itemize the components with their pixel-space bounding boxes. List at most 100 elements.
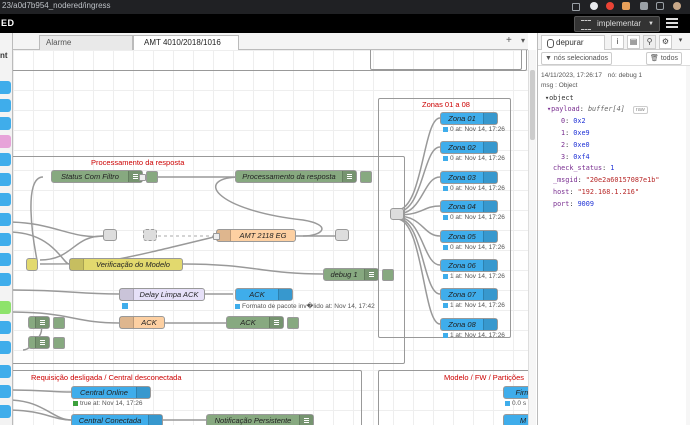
zone-status: 1 at: Nov 14, 17:26	[443, 273, 505, 280]
info-icon[interactable]: i	[611, 35, 624, 49]
object-root[interactable]: ▾object	[545, 94, 574, 102]
palette-node[interactable]	[0, 99, 11, 112]
browser-extension-icon[interactable]	[622, 2, 630, 10]
verificacao-modelo-node[interactable]: Verificação do Modelo	[69, 258, 183, 271]
split-node[interactable]	[390, 208, 404, 220]
message-node[interactable]: nó: debug 1	[608, 72, 642, 79]
ack-function-node[interactable]: ACK	[119, 316, 165, 329]
payload-row[interactable]: ▾payload: buffer[4] raw	[547, 105, 648, 114]
byte-row: 0: 0x2	[561, 117, 586, 125]
zona-node[interactable]: Zona 05	[440, 230, 498, 243]
main-menu-icon[interactable]	[666, 18, 678, 29]
palette-node[interactable]	[0, 153, 11, 166]
browser-url[interactable]: 23/a0d7b954_nodered/ingress	[2, 0, 111, 12]
network-icon	[483, 319, 497, 330]
link-out-node[interactable]	[103, 229, 117, 241]
port-row: port: 9009	[553, 200, 594, 208]
book-icon[interactable]: ▤	[627, 35, 640, 49]
zona-node[interactable]: Zona 07	[440, 288, 498, 301]
browser-sidepanel-icon[interactable]	[656, 2, 664, 10]
debug-toggle-button[interactable]	[146, 171, 158, 183]
palette-node[interactable]	[0, 253, 11, 266]
browser-record-icon[interactable]	[606, 2, 614, 10]
ack-status: Formato de pacote inv�lido at: Nov 14, 1…	[235, 302, 375, 310]
raw-toggle-button[interactable]: raw	[632, 106, 648, 114]
m-node[interactable]: M	[503, 414, 528, 425]
debug-toggle-button[interactable]	[360, 171, 372, 183]
sidebar-scrollbar[interactable]	[686, 66, 690, 425]
debug-node[interactable]	[28, 316, 50, 329]
palette-node[interactable]	[0, 385, 11, 398]
avatar[interactable]	[673, 2, 681, 10]
chevron-down-icon[interactable]: ▾	[675, 35, 686, 47]
ack-output-node[interactable]: ACK	[235, 288, 293, 301]
central-conectada-node[interactable]: Central Conectada	[71, 414, 163, 425]
byte-row: 2: 0xe0	[561, 141, 590, 149]
node-label: ACK	[240, 318, 256, 327]
zona-node[interactable]: Zona 04	[440, 200, 498, 213]
bug-tab-icon[interactable]: ⚲	[643, 35, 656, 49]
input-port[interactable]	[213, 233, 220, 240]
deploy-button[interactable]: implementar ▼	[574, 16, 660, 32]
chevron-down-icon[interactable]: ▼	[648, 17, 654, 31]
tab-alarme[interactable]: Alarme	[39, 35, 133, 50]
link-out-node[interactable]	[335, 229, 349, 241]
firm-status-text: 0.0 s	[512, 400, 527, 407]
clear-filter-button[interactable]: 🗑 todos	[646, 52, 682, 65]
notificacao-persistente-node[interactable]: Notificação Persistente	[206, 414, 314, 425]
palette-node[interactable]	[0, 321, 11, 334]
tab-amt[interactable]: AMT 4010/2018/1016	[133, 35, 239, 51]
debug-node[interactable]	[28, 336, 50, 349]
browser-url-bar[interactable]: 23/a0d7b954_nodered/ingress	[0, 0, 690, 14]
palette-node[interactable]	[0, 301, 11, 314]
gear-icon[interactable]: ⚙	[659, 35, 672, 49]
link-in-node[interactable]	[143, 229, 157, 241]
switch-node[interactable]	[26, 258, 38, 271]
processamento-resposta-node[interactable]: Processamento da resposta	[235, 170, 357, 183]
zona-node[interactable]: Zona 08	[440, 318, 498, 331]
palette-node[interactable]	[0, 81, 11, 94]
ack-debug-node[interactable]: ACK	[226, 316, 284, 329]
palette-node[interactable]	[0, 135, 11, 148]
workspace-scrollbar[interactable]	[528, 50, 536, 425]
debug-toggle-button[interactable]	[53, 337, 65, 349]
palette-node[interactable]	[0, 173, 11, 186]
palette-node[interactable]	[0, 117, 11, 130]
palette-node[interactable]	[0, 273, 11, 286]
add-tab-icon[interactable]: +	[506, 35, 512, 46]
ack-status-text: Formato de pacote inv�lido at: Nov 14, 1…	[242, 303, 375, 310]
zona-node[interactable]: Zona 03	[440, 171, 498, 184]
workspace-tabs: Alarme AMT 4010/2018/1016 + ▾	[13, 33, 528, 51]
host-row: host: "192.168.1.216"	[553, 188, 639, 196]
debug-1-node[interactable]: debug 1	[323, 268, 379, 281]
palette-node[interactable]	[0, 365, 11, 378]
status-com-filtro-node[interactable]: Status Com Filtro	[51, 170, 146, 183]
tab-menu-icon[interactable]: ▾	[521, 36, 525, 45]
central-online-node[interactable]: Central Online	[71, 386, 151, 399]
browser-tab-icon[interactable]	[572, 3, 580, 11]
delay-limpa-ack-node[interactable]: Delay Limpa ACK	[119, 288, 205, 301]
filter-nodes-button[interactable]: ▼ nós selecionados	[541, 52, 612, 65]
tab-depurar[interactable]: depurar	[541, 35, 605, 50]
scrollbar-thumb[interactable]	[530, 70, 535, 140]
debug-toggle-button[interactable]	[53, 317, 65, 329]
zona-node[interactable]: Zona 01	[440, 112, 498, 125]
zone-status-text: 0 at: Nov 14, 17:26	[450, 185, 505, 192]
zona-node[interactable]: Zona 02	[440, 141, 498, 154]
amt-2118-node[interactable]: AMT 2118 EG	[213, 229, 296, 242]
palette-node[interactable]	[0, 405, 11, 418]
browser-extension-icon[interactable]	[590, 2, 598, 10]
debug-toggle-button[interactable]	[382, 269, 394, 281]
palette-node[interactable]	[0, 213, 11, 226]
flow-workspace[interactable]: Zonas 01 a 08 Processamento da resposta …	[13, 50, 528, 425]
debug-toggle-button[interactable]	[287, 317, 299, 329]
palette-node[interactable]	[0, 233, 11, 246]
palette-node[interactable]	[0, 193, 11, 206]
node-label: ACK	[141, 318, 157, 327]
output-port[interactable]	[139, 174, 146, 181]
zona-node[interactable]: Zona 06	[440, 259, 498, 272]
firm-node[interactable]: Firm	[503, 386, 528, 399]
browser-puzzle-icon[interactable]	[640, 2, 648, 10]
central-online-status: true at: Nov 14, 17:26	[73, 400, 143, 407]
palette-node[interactable]	[0, 341, 11, 354]
